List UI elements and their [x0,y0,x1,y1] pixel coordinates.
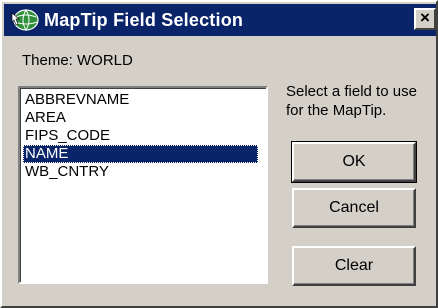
list-item-abbrevname[interactable]: ABBREVNAME [23,91,258,109]
field-listbox[interactable]: ABBREVNAME AREA FIPS_CODE NAME WB_CNTRY [18,86,268,284]
dialog-window: MapTip Field Selection × Theme: WORLD AB… [0,0,438,308]
ok-button-label: OK [342,153,366,170]
cancel-button[interactable]: Cancel [292,188,416,228]
window-title: MapTip Field Selection [44,10,244,30]
theme-label: Theme: WORLD [22,52,133,69]
instruction-text: Select a field to use for the MapTip. [286,83,417,119]
list-item-fips-code[interactable]: FIPS_CODE [23,127,258,145]
list-item-name[interactable]: NAME [23,145,258,163]
list-item-wb-cntry[interactable]: WB_CNTRY [23,163,258,181]
clear-button[interactable]: Clear [292,246,416,286]
globe-pointer-icon [11,9,39,31]
title-bar[interactable]: MapTip Field Selection × [4,4,436,36]
close-button[interactable]: × [414,8,436,30]
ok-button[interactable]: OK [291,141,417,183]
cancel-button-label: Cancel [329,199,379,216]
list-item-area[interactable]: AREA [23,109,258,127]
clear-button-label: Clear [334,257,374,274]
close-icon: × [420,8,430,27]
